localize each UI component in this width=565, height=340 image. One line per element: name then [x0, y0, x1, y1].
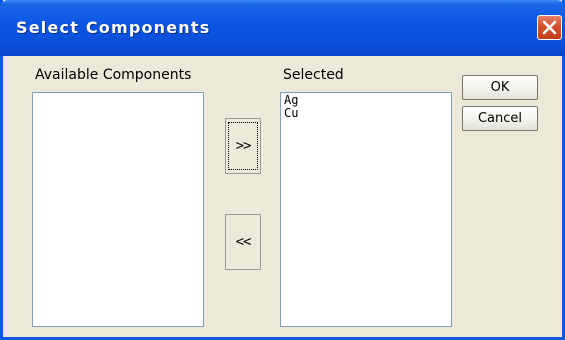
add-button-label: >> [235, 138, 252, 154]
window-title: Select Components [16, 18, 211, 37]
list-item[interactable]: Cu [284, 107, 448, 120]
available-components-list[interactable] [32, 92, 204, 327]
cancel-button[interactable]: Cancel [462, 106, 538, 131]
available-components-label: Available Components [35, 67, 192, 83]
list-item[interactable]: Ag [284, 94, 448, 107]
title-bar[interactable]: Select Components [0, 0, 565, 56]
close-button[interactable] [537, 15, 562, 40]
selected-label: Selected [283, 67, 344, 83]
add-button[interactable]: >> [225, 118, 261, 174]
select-components-dialog: Select Components Available Components >… [0, 0, 565, 340]
selected-components-list[interactable]: Ag Cu [280, 92, 452, 327]
close-icon [542, 20, 557, 35]
ok-button[interactable]: OK [462, 75, 538, 100]
remove-button[interactable]: << [225, 214, 261, 270]
cancel-button-label: Cancel [477, 111, 523, 126]
ok-button-label: OK [490, 80, 510, 95]
remove-button-label: << [235, 234, 252, 250]
